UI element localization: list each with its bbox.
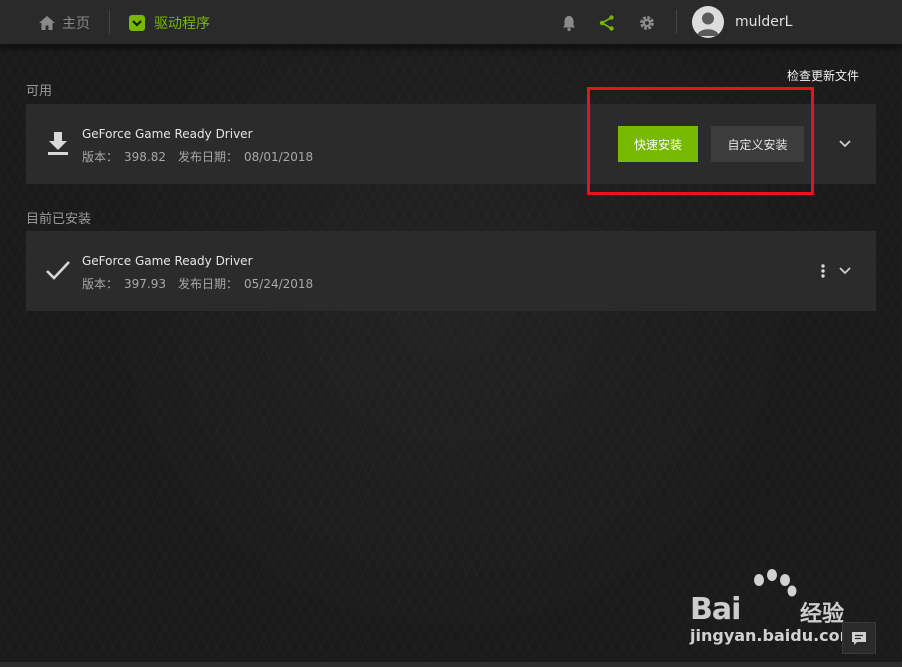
available-version-label: 版本： xyxy=(82,150,119,164)
installed-driver-meta: 版本： 397.93 发布日期： 05/24/2018 xyxy=(82,275,319,292)
check-updates-link[interactable]: 检查更新文件 xyxy=(787,67,859,84)
bell-icon[interactable] xyxy=(560,14,578,32)
user-silhouette-icon xyxy=(697,12,719,36)
nav-home[interactable]: 主页 xyxy=(38,12,90,34)
custom-install-button[interactable]: 自定义安装 xyxy=(711,126,804,162)
available-driver-name: GeForce Game Ready Driver xyxy=(82,127,253,141)
chat-icon xyxy=(852,632,866,645)
watermark-url: jingyan.baidu.com xyxy=(690,626,857,645)
chevron-down-icon[interactable] xyxy=(838,139,852,149)
nav-home-label: 主页 xyxy=(62,16,90,32)
watermark-brand: Bai xyxy=(690,592,741,627)
gear-icon[interactable] xyxy=(638,14,656,32)
drivers-icon xyxy=(129,15,145,31)
available-version: 398.82 xyxy=(124,150,167,164)
feedback-button[interactable] xyxy=(842,622,876,654)
available-driver-card: GeForce Game Ready Driver 版本： 398.82 发布日期：… xyxy=(26,104,876,184)
more-options-icon[interactable] xyxy=(820,263,826,279)
user-divider xyxy=(676,10,677,34)
available-section-label: 可用 xyxy=(26,84,53,99)
avatar[interactable] xyxy=(692,6,724,38)
nav-divider xyxy=(109,10,110,34)
username[interactable]: mulderL xyxy=(735,14,792,30)
available-date-label: 发布日期： xyxy=(178,150,239,164)
nav-drivers[interactable]: 驱动程序 xyxy=(128,12,210,34)
installed-date-label: 发布日期： xyxy=(178,277,239,291)
installed-driver-name: GeForce Game Ready Driver xyxy=(82,254,253,268)
available-date: 08/01/2018 xyxy=(244,150,314,164)
download-icon xyxy=(48,132,68,155)
installed-date: 05/24/2018 xyxy=(244,277,314,291)
installed-section-label: 目前已安装 xyxy=(26,212,92,227)
home-icon xyxy=(39,16,55,30)
top-bar: 主页 驱动程序 mulderL xyxy=(0,0,902,46)
checkmark-icon xyxy=(46,261,70,280)
express-install-button[interactable]: 快速安装 xyxy=(618,126,698,162)
nav-drivers-label: 驱动程序 xyxy=(154,16,210,32)
installed-version: 397.93 xyxy=(124,277,167,291)
chevron-down-icon[interactable] xyxy=(838,266,852,276)
installed-driver-card: GeForce Game Ready Driver 版本： 397.93 发布日期：… xyxy=(26,231,876,311)
share-icon[interactable] xyxy=(598,14,616,32)
installed-version-label: 版本： xyxy=(82,277,119,291)
bottom-border xyxy=(0,662,902,667)
available-driver-meta: 版本： 398.82 发布日期： 08/01/2018 xyxy=(82,148,319,165)
watermark-brand-cn: 经验 xyxy=(800,602,845,627)
